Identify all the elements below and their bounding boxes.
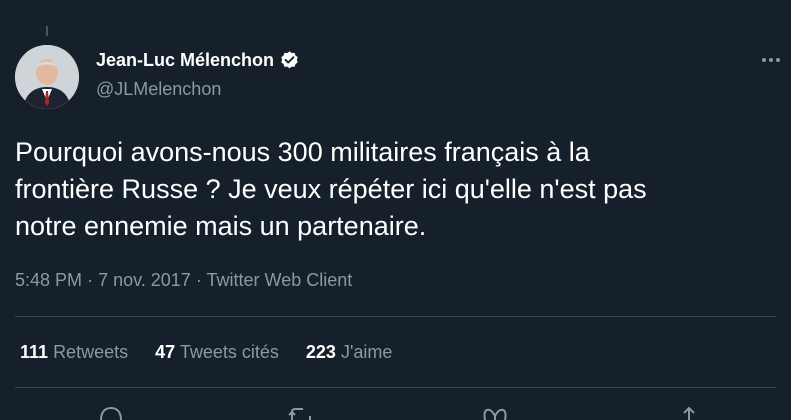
author-handle[interactable]: @JLMelenchon [96,79,221,100]
retweet-icon[interactable] [287,402,315,420]
thread-connector-line [46,26,48,36]
share-icon[interactable] [675,402,703,420]
tweet-date[interactable]: 7 nov. 2017 [98,270,191,290]
reply-icon[interactable] [97,402,125,420]
retweets-count: 111 [20,342,49,362]
meta-separator: · [87,270,94,290]
retweets-label: Retweets [53,342,129,362]
heart-icon[interactable] [481,402,509,420]
retweets-stat[interactable]: 111 Retweets [20,342,128,363]
likes-stat[interactable]: 223 J'aime [306,342,393,363]
tweet-stats: 111 Retweets 47 Tweets cités 223 J'aime [20,342,419,363]
tweet-metadata: 5:48 PM · 7 nov. 2017 · Twitter Web Clie… [15,270,352,291]
tweet-actions-bar [0,402,791,420]
tweet-text: Pourquoi avons-nous 300 militaires franç… [15,137,647,241]
display-name[interactable]: Jean-Luc Mélenchon [96,50,274,71]
verified-badge-icon [281,51,298,69]
quote-tweets-count: 47 [155,342,176,362]
divider [15,387,776,388]
likes-label: J'aime [340,342,393,362]
more-horizontal-icon[interactable] [759,50,783,70]
divider [15,316,776,317]
tweet-time[interactable]: 5:48 PM [15,270,82,290]
likes-count: 223 [305,342,336,362]
author-name-row[interactable]: Jean-Luc Mélenchon [96,50,300,71]
profile-photo-icon [15,45,79,109]
avatar[interactable] [15,45,79,109]
quote-tweets-label: Tweets cités [179,342,279,362]
quote-tweets-stat[interactable]: 47 Tweets cités [155,342,279,363]
tweet-source[interactable]: Twitter Web Client [207,270,353,290]
meta-separator: · [195,270,202,290]
